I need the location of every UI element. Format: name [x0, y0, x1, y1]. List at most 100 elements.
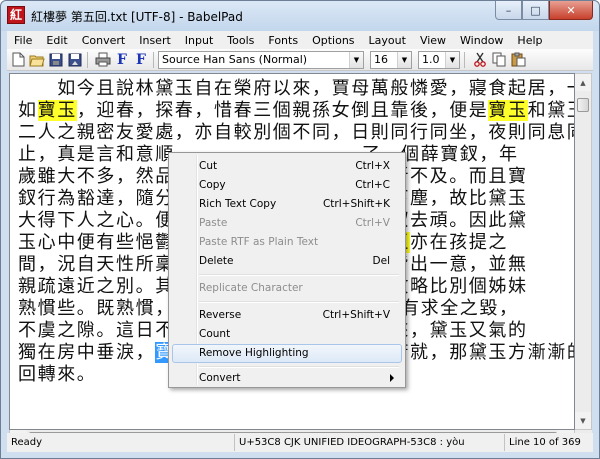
babelpad-window: 紅 紅樓夢 第五回.txt [UTF-8] - BabelPad – □ ✕ F…	[0, 0, 600, 459]
status-bar: Ready U+53C8 CJK UNIFIED IDEOGRAPH-53C8 …	[7, 433, 593, 452]
toolbar-separator	[153, 51, 154, 68]
open-folder-icon[interactable]	[29, 52, 45, 68]
editor-text-run: 玉心中便有些悒鬱	[18, 232, 175, 253]
menu-options[interactable]: Options	[305, 34, 361, 47]
title-bar[interactable]: 紅 紅樓夢 第五回.txt [UTF-8] - BabelPad – □ ✕	[1, 1, 599, 31]
ctx-rich-text-copy-label: Rich Text Copy	[199, 198, 277, 210]
ctx-reverse-label: Reverse	[199, 309, 242, 321]
toolbar: F F Source Han Sans (Normal) ▼ 16 ▼ 1.0 …	[7, 49, 593, 71]
editor-line[interactable]: 如寶玉，迎春，探春，惜春三個親孫女倒且靠後，便是寶玉和黛玉	[18, 100, 574, 122]
ctx-paste-label: Paste	[199, 217, 228, 229]
highlighted-text: 寶玉	[488, 100, 528, 121]
ctx-count-label: Count	[199, 328, 231, 340]
save-icon[interactable]	[48, 52, 64, 68]
ctx-separator	[199, 301, 399, 303]
font-size-value: 16	[374, 53, 388, 66]
ctx-remove-highlighting[interactable]: Remove Highlighting	[172, 344, 402, 363]
save-as-icon[interactable]	[67, 52, 83, 68]
menu-fonts[interactable]: Fonts	[261, 34, 305, 47]
ctx-delete[interactable]: Delete Del	[172, 252, 402, 270]
ctx-copy[interactable]: Copy Ctrl+C	[172, 176, 402, 194]
app-icon[interactable]: 紅	[7, 6, 25, 24]
ctx-convert-label: Convert	[199, 372, 241, 384]
caption-buttons: – □ ✕	[495, 1, 593, 21]
vertical-scroll-thumb[interactable]	[577, 98, 589, 112]
editor-text-run: 亦在孩提之	[410, 232, 509, 253]
menu-layout[interactable]: Layout	[362, 34, 413, 47]
toolbar-separator	[87, 51, 88, 68]
ctx-convert[interactable]: Convert	[172, 369, 402, 387]
editor-text-run: 回轉來。	[18, 364, 97, 385]
maximize-button[interactable]: □	[522, 1, 549, 20]
ctx-count[interactable]: Count	[172, 325, 402, 343]
editor-text-run: 歲雖大不多，然品	[18, 166, 175, 187]
chevron-down-icon[interactable]: ▼	[349, 51, 363, 68]
ctx-separator	[199, 274, 399, 276]
editor-text-run: 止，真是言和意順，	[18, 144, 186, 165]
editor-text-run: 熟慣些。既熟慣，	[18, 298, 166, 319]
ctx-cut-label: Cut	[199, 160, 218, 172]
ctx-paste[interactable]: Paste Ctrl+V	[172, 214, 402, 232]
editor-text-run: 如	[18, 100, 38, 121]
editor-line[interactable]: 回轉來。	[18, 364, 96, 386]
minimize-button[interactable]: –	[495, 1, 522, 20]
print-icon[interactable]	[95, 52, 111, 68]
ctx-paste-rtf-plain-label: Paste RTF as Plain Text	[199, 236, 319, 248]
submenu-arrow-icon	[390, 374, 394, 382]
editor-text-run: 獨在房中垂淚，	[18, 342, 156, 363]
scroll-down-icon[interactable]: ▼	[575, 412, 591, 429]
font-name-select[interactable]: Source Han Sans (Normal) ▼	[158, 50, 364, 69]
context-menu: Cut Ctrl+X Copy Ctrl+C Rich Text Copy Ct…	[168, 152, 406, 388]
status-ready: Ready	[7, 434, 235, 451]
menu-insert[interactable]: Insert	[132, 34, 178, 47]
status-char-info: U+53C8 CJK UNIFIED IDEOGRAPH-53C8 : yòu	[235, 434, 505, 451]
copy-icon[interactable]	[491, 52, 507, 68]
editor-line[interactable]: 如今且說林黛玉自在榮府以來，賈母萬般憐愛，寢食起居，一	[18, 78, 575, 100]
paste-icon[interactable]	[510, 52, 526, 68]
editor-text-run: 大得下人之心。便	[18, 210, 175, 231]
font-size-select[interactable]: 16 ▼	[370, 50, 412, 69]
ctx-paste-shortcut: Ctrl+V	[355, 217, 390, 229]
font-f-icon[interactable]: F	[114, 52, 130, 68]
editor-text-run: 親疏遠近之別。其	[18, 276, 175, 297]
chevron-down-icon[interactable]: ▼	[445, 51, 459, 68]
window-title: 紅樓夢 第五回.txt [UTF-8] - BabelPad	[31, 10, 243, 24]
close-button[interactable]: ✕	[549, 1, 593, 20]
scroll-up-icon[interactable]: ▲	[575, 74, 591, 91]
ctx-rich-text-copy[interactable]: Rich Text Copy Ctrl+Shift+K	[172, 195, 402, 213]
menu-input[interactable]: Input	[178, 34, 220, 47]
menu-file[interactable]: File	[7, 34, 39, 47]
ctx-delete-label: Delete	[199, 255, 234, 267]
line-spacing-select[interactable]: 1.0 ▼	[418, 50, 460, 69]
ctx-replicate-character[interactable]: Replicate Character	[172, 279, 402, 297]
font-f-alt-icon[interactable]: F	[133, 52, 149, 68]
ctx-delete-shortcut: Del	[372, 255, 390, 267]
menu-tools[interactable]: Tools	[220, 34, 261, 47]
highlighted-text: 寶玉	[37, 100, 77, 121]
ctx-remove-highlighting-label: Remove Highlighting	[199, 347, 309, 359]
ctx-separator	[199, 366, 399, 368]
editor-text-run: 不虞之隙。這日不	[18, 320, 175, 341]
menu-view[interactable]: View	[413, 34, 453, 47]
menu-bar: File Edit Convert Insert Input Tools Fon…	[7, 31, 593, 49]
status-line-position: Line 10 of 369	[509, 437, 581, 448]
menu-edit[interactable]: Edit	[39, 34, 74, 47]
ctx-reverse[interactable]: Reverse Ctrl+Shift+V	[172, 306, 402, 324]
menu-window[interactable]: Window	[453, 34, 510, 47]
editor-text-run: 如今且說林黛玉自在榮府以來，賈母萬般憐愛，寢食起居，一	[18, 78, 575, 99]
editor-text-run: 釵行為豁達，隨分	[18, 188, 175, 209]
menu-convert[interactable]: Convert	[75, 34, 133, 47]
editor-line[interactable]: 二人之親密友愛處，亦自較別個不同，日則同行同坐，夜則同息同	[18, 122, 574, 144]
line-spacing-value: 1.0	[422, 53, 440, 66]
ctx-replicate-character-label: Replicate Character	[199, 282, 303, 294]
ctx-reverse-shortcut: Ctrl+Shift+V	[322, 309, 390, 321]
menu-help[interactable]: Help	[510, 34, 549, 47]
new-file-icon[interactable]	[10, 52, 26, 68]
ctx-paste-rtf-plain[interactable]: Paste RTF as Plain Text	[172, 233, 402, 251]
editor-text-run: 和黛玉	[527, 100, 574, 121]
cut-icon[interactable]	[472, 52, 488, 68]
ctx-cut[interactable]: Cut Ctrl+X	[172, 157, 402, 175]
editor-text-run: 間，況自天性所稟	[18, 254, 175, 275]
chevron-down-icon[interactable]: ▼	[397, 51, 411, 68]
vertical-scrollbar[interactable]: ▲ ▼	[575, 73, 592, 430]
